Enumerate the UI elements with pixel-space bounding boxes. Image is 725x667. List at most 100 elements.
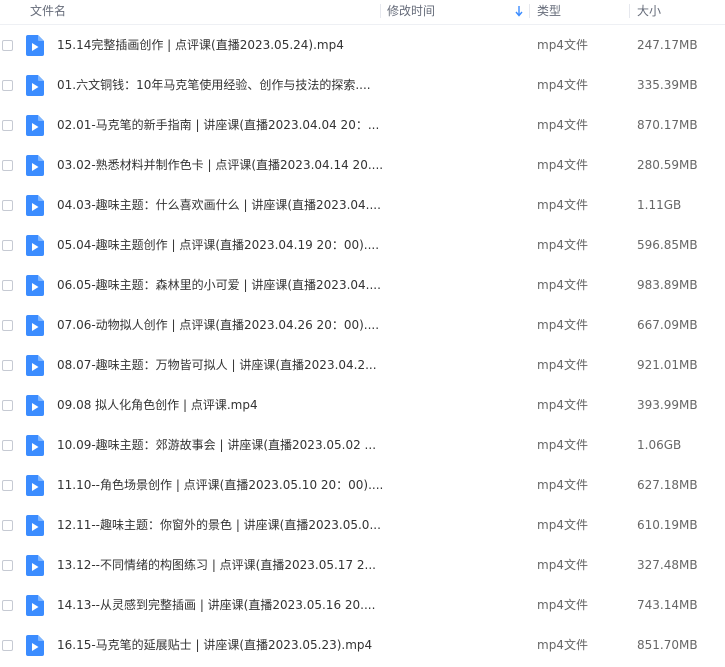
file-row[interactable]: 04.03-趣味主题：什么喜欢画什么 | 讲座课(直播2023.04.... m… (0, 187, 725, 227)
column-divider[interactable] (529, 4, 530, 18)
video-file-icon (26, 555, 44, 576)
file-size: 327.48MB (637, 558, 698, 572)
file-size: 610.19MB (637, 518, 698, 532)
video-file-icon (26, 515, 44, 536)
file-size: 280.59MB (637, 158, 698, 172)
video-file-icon (26, 235, 44, 256)
video-file-icon (26, 155, 44, 176)
file-size: 393.99MB (637, 398, 698, 412)
video-file-icon (26, 475, 44, 496)
file-size: 667.09MB (637, 318, 698, 332)
file-name[interactable]: 01.六文铜钱：10年马克笔使用经验、创作与技法的探索.... (57, 77, 371, 94)
row-checkbox[interactable] (2, 280, 13, 291)
row-checkbox[interactable] (2, 640, 13, 651)
file-type: mp4文件 (537, 78, 588, 92)
file-row[interactable]: 13.12--不同情绪的构图练习 | 点评课(直播2023.05.17 2...… (0, 547, 725, 587)
video-file-icon (26, 275, 44, 296)
file-type: mp4文件 (537, 398, 588, 412)
row-checkbox[interactable] (2, 520, 13, 531)
file-list-header: 文件名 修改时间 类型 大小 (0, 0, 725, 25)
file-row[interactable]: 12.11--趣味主题：你窗外的景色 | 讲座课(直播2023.05.0... … (0, 507, 725, 547)
row-checkbox[interactable] (2, 560, 13, 571)
file-size: 247.17MB (637, 38, 698, 52)
file-size: 1.11GB (637, 198, 682, 212)
file-type: mp4文件 (537, 558, 588, 572)
file-type: mp4文件 (537, 318, 588, 332)
file-row[interactable]: 16.15-马克笔的延展贴士 | 讲座课(直播2023.05.23).mp4 m… (0, 627, 725, 667)
file-name[interactable]: 10.09-趣味主题：郊游故事会 | 讲座课(直播2023.05.02 ... (57, 437, 376, 454)
file-row[interactable]: 06.05-趣味主题：森林里的小可爱 | 讲座课(直播2023.04.... m… (0, 267, 725, 307)
file-row[interactable]: 09.08 拟人化角色创作 | 点评课.mp4 mp4文件 393.99MB (0, 387, 725, 427)
video-file-icon (26, 75, 44, 96)
file-row[interactable]: 02.01-马克笔的新手指南 | 讲座课(直播2023.04.04 20：...… (0, 107, 725, 147)
file-size: 921.01MB (637, 358, 698, 372)
row-checkbox[interactable] (2, 600, 13, 611)
file-name[interactable]: 16.15-马克笔的延展贴士 | 讲座课(直播2023.05.23).mp4 (57, 637, 372, 654)
row-checkbox[interactable] (2, 440, 13, 451)
file-name[interactable]: 06.05-趣味主题：森林里的小可爱 | 讲座课(直播2023.04.... (57, 277, 381, 294)
file-type: mp4文件 (537, 278, 588, 292)
row-checkbox[interactable] (2, 120, 13, 131)
file-row[interactable]: 05.04-趣味主题创作 | 点评课(直播2023.04.19 20：00)..… (0, 227, 725, 267)
file-type: mp4文件 (537, 478, 588, 492)
row-checkbox[interactable] (2, 400, 13, 411)
video-file-icon (26, 595, 44, 616)
file-row[interactable]: 11.10--角色场景创作 | 点评课(直播2023.05.10 20：00).… (0, 467, 725, 507)
video-file-icon (26, 195, 44, 216)
file-size: 335.39MB (637, 78, 698, 92)
file-row[interactable]: 15.14完整插画创作 | 点评课(直播2023.05.24).mp4 mp4文… (0, 27, 725, 67)
file-name[interactable]: 12.11--趣味主题：你窗外的景色 | 讲座课(直播2023.05.0... (57, 517, 381, 534)
row-checkbox[interactable] (2, 160, 13, 171)
file-type: mp4文件 (537, 438, 588, 452)
file-row[interactable]: 10.09-趣味主题：郊游故事会 | 讲座课(直播2023.05.02 ... … (0, 427, 725, 467)
file-name[interactable]: 04.03-趣味主题：什么喜欢画什么 | 讲座课(直播2023.04.... (57, 197, 381, 214)
file-size: 627.18MB (637, 478, 698, 492)
file-name[interactable]: 14.13--从灵感到完整插画 | 讲座课(直播2023.05.16 20...… (57, 597, 375, 614)
column-header-name[interactable]: 文件名 (30, 0, 66, 24)
row-checkbox[interactable] (2, 480, 13, 491)
file-type: mp4文件 (537, 158, 588, 172)
row-checkbox[interactable] (2, 200, 13, 211)
file-name[interactable]: 05.04-趣味主题创作 | 点评课(直播2023.04.19 20：00)..… (57, 237, 379, 254)
file-name[interactable]: 03.02-熟悉材料并制作色卡 | 点评课(直播2023.04.14 20...… (57, 157, 383, 174)
file-size: 596.85MB (637, 238, 698, 252)
column-divider[interactable] (380, 4, 381, 18)
file-size: 743.14MB (637, 598, 698, 612)
column-header-size[interactable]: 大小 (637, 0, 661, 24)
column-divider[interactable] (629, 4, 630, 18)
video-file-icon (26, 35, 44, 56)
row-checkbox[interactable] (2, 240, 13, 251)
video-file-icon (26, 395, 44, 416)
file-name[interactable]: 08.07-趣味主题：万物皆可拟人 | 讲座课(直播2023.04.2... (57, 357, 377, 374)
file-name[interactable]: 11.10--角色场景创作 | 点评课(直播2023.05.10 20：00).… (57, 477, 383, 494)
file-type: mp4文件 (537, 118, 588, 132)
file-size: 983.89MB (637, 278, 698, 292)
sort-down-arrow-icon[interactable] (514, 3, 524, 19)
file-row[interactable]: 14.13--从灵感到完整插画 | 讲座课(直播2023.05.16 20...… (0, 587, 725, 627)
file-type: mp4文件 (537, 238, 588, 252)
column-header-modified[interactable]: 修改时间 (387, 0, 435, 24)
row-checkbox[interactable] (2, 80, 13, 91)
file-list: 15.14完整插画创作 | 点评课(直播2023.05.24).mp4 mp4文… (0, 27, 725, 667)
file-size: 1.06GB (637, 438, 682, 452)
file-name[interactable]: 09.08 拟人化角色创作 | 点评课.mp4 (57, 397, 258, 414)
row-checkbox[interactable] (2, 320, 13, 331)
row-checkbox[interactable] (2, 360, 13, 371)
file-row[interactable]: 08.07-趣味主题：万物皆可拟人 | 讲座课(直播2023.04.2... m… (0, 347, 725, 387)
file-name[interactable]: 15.14完整插画创作 | 点评课(直播2023.05.24).mp4 (57, 37, 344, 54)
column-header-type[interactable]: 类型 (537, 0, 561, 24)
file-size: 870.17MB (637, 118, 698, 132)
file-name[interactable]: 07.06-动物拟人创作 | 点评课(直播2023.04.26 20：00)..… (57, 317, 379, 334)
file-type: mp4文件 (537, 358, 588, 372)
file-row[interactable]: 07.06-动物拟人创作 | 点评课(直播2023.04.26 20：00)..… (0, 307, 725, 347)
row-checkbox[interactable] (2, 40, 13, 51)
file-type: mp4文件 (537, 198, 588, 212)
file-type: mp4文件 (537, 518, 588, 532)
video-file-icon (26, 315, 44, 336)
file-name[interactable]: 02.01-马克笔的新手指南 | 讲座课(直播2023.04.04 20：... (57, 117, 379, 134)
file-name[interactable]: 13.12--不同情绪的构图练习 | 点评课(直播2023.05.17 2... (57, 557, 376, 574)
file-row[interactable]: 01.六文铜钱：10年马克笔使用经验、创作与技法的探索.... mp4文件 33… (0, 67, 725, 107)
file-type: mp4文件 (537, 638, 588, 652)
video-file-icon (26, 115, 44, 136)
file-row[interactable]: 03.02-熟悉材料并制作色卡 | 点评课(直播2023.04.14 20...… (0, 147, 725, 187)
